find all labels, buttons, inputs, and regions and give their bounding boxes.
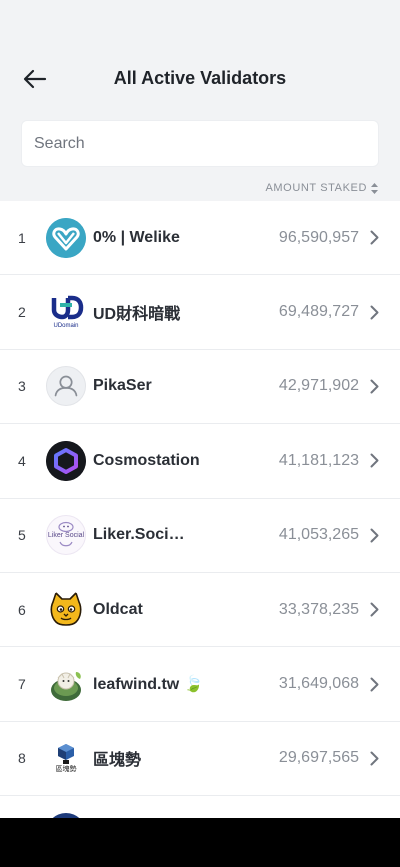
- leafwind-avatar-icon: [46, 664, 86, 705]
- rank-number: 8: [18, 750, 26, 767]
- chevron-right-icon: [368, 527, 380, 543]
- chevron-right-icon: [368, 676, 380, 692]
- validator-list: 1 0% | Welike 96,590,957 2 UDomain UD財科暗…: [0, 201, 400, 818]
- validator-name: 0% | Welike: [93, 228, 180, 246]
- rank-number: 2: [18, 304, 26, 321]
- validator-name: Cosmostation: [93, 451, 200, 469]
- validator-row[interactable]: 6 Oldcat 33,378,235: [0, 573, 400, 648]
- rank-number: 6: [18, 601, 26, 618]
- chevron-right-icon: [368, 378, 380, 394]
- validator-row[interactable]: 1 0% | Welike 96,590,957: [0, 201, 400, 276]
- validator-row-partial[interactable]: [0, 796, 400, 818]
- amount-staked: 42,971,902: [278, 377, 359, 395]
- qu-kuai-shi-logo-icon: 區塊勢: [46, 738, 86, 779]
- page-title: All Active Validators: [113, 68, 287, 88]
- chevron-right-icon: [368, 750, 380, 766]
- udomain-logo-text: UDomain: [53, 322, 79, 329]
- validator-name: leafwind.tw 🍃: [93, 676, 204, 694]
- udomain-logo-icon: UDomain: [46, 292, 86, 333]
- amount-staked: 96,590,957: [278, 228, 359, 246]
- rank-number: 5: [18, 527, 26, 544]
- search-input[interactable]: [34, 134, 378, 153]
- validator-row[interactable]: 4 Cosmostation 41,181,123: [0, 424, 400, 499]
- validator-row[interactable]: 7 leafwind.tw 🍃 31,649,068: [0, 647, 400, 722]
- welike-heart-logo-icon: [46, 217, 86, 258]
- liker-social-logo-text: Liker Social: [47, 532, 85, 540]
- cosmostation-hexagon-icon: [46, 440, 86, 481]
- validator-row[interactable]: 3 PikaSer 42,971,902: [0, 350, 400, 425]
- validator-name: Liker.Soci…: [93, 526, 185, 544]
- amount-staked: 69,489,727: [278, 303, 359, 321]
- top-bar: All Active Validators: [0, 0, 400, 110]
- chevron-right-icon: [368, 304, 380, 320]
- sort-updown-icon: [371, 182, 378, 194]
- chevron-right-icon: [368, 230, 380, 246]
- chevron-right-icon: [368, 453, 380, 469]
- search-field[interactable]: [21, 120, 379, 167]
- validator-row[interactable]: 5 Liker Social Liker.Soci… 41,053,265: [0, 499, 400, 573]
- rank-number: 3: [18, 378, 26, 395]
- amount-staked: 41,053,265: [278, 526, 359, 544]
- qu-kuai-shi-logo-text: 區塊勢: [55, 765, 77, 774]
- sort-amount-staked[interactable]: AMOUNT STAKED: [265, 182, 378, 194]
- validator-name: UD財科暗戰: [93, 306, 181, 324]
- amount-staked: 41,181,123: [278, 451, 359, 469]
- sort-label: AMOUNT STAKED: [265, 182, 367, 194]
- system-nav-bar: [0, 818, 400, 867]
- validator-name: 區塊勢: [93, 752, 142, 770]
- rank-number: 7: [18, 676, 26, 693]
- validator-name: PikaSer: [93, 377, 152, 395]
- amount-staked: 33,378,235: [278, 600, 359, 618]
- default-user-icon: [46, 366, 86, 407]
- chevron-right-icon: [368, 602, 380, 618]
- validator-name: Oldcat: [93, 600, 143, 618]
- liker-social-logo-icon: Liker Social: [46, 515, 86, 556]
- amount-staked: 31,649,068: [278, 675, 359, 693]
- validator-row[interactable]: 2 UDomain UD財科暗戰 69,489,727: [0, 275, 400, 350]
- cat-face-icon: [46, 589, 86, 630]
- rank-number: 4: [18, 452, 26, 469]
- rank-number: 1: [18, 229, 26, 246]
- validator-row[interactable]: 8 區塊勢 區塊勢 29,697,565: [0, 722, 400, 797]
- amount-staked: 29,697,565: [278, 749, 359, 767]
